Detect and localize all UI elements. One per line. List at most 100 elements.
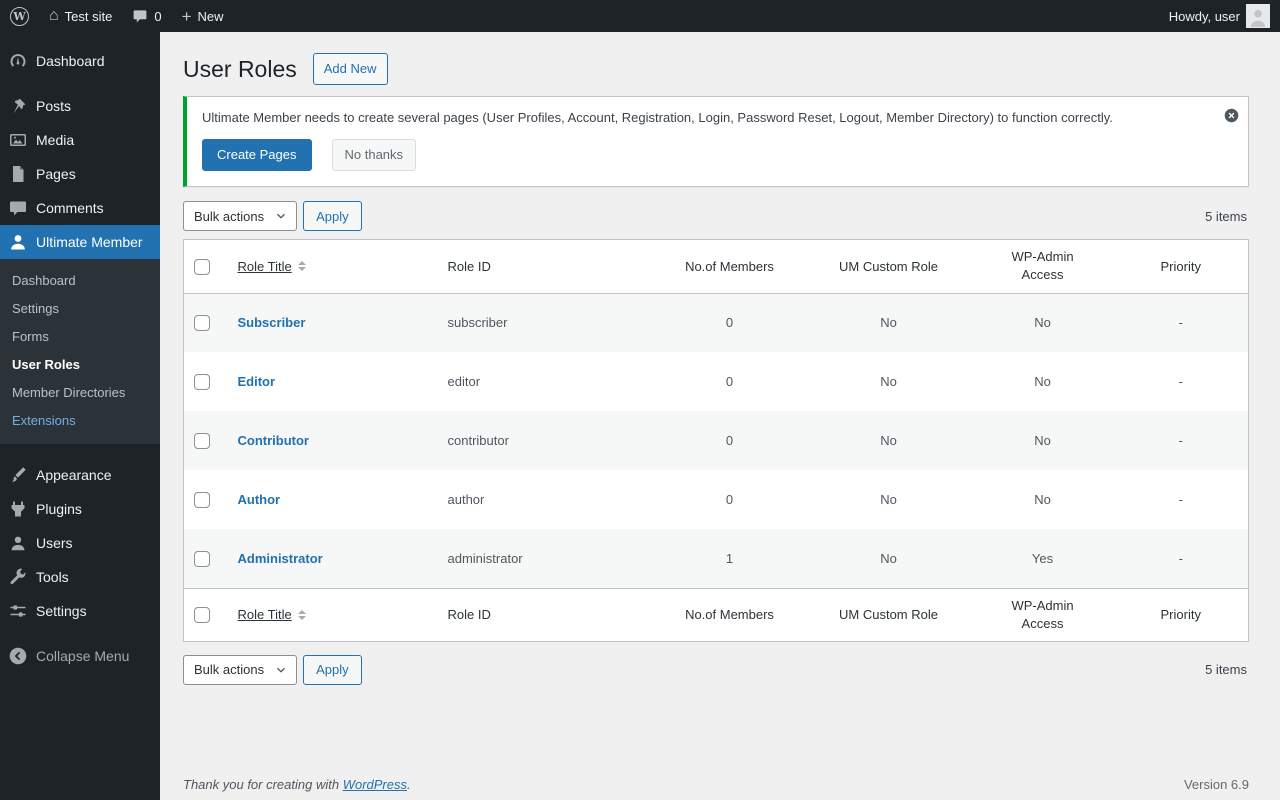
sidebar-item-appearance[interactable]: Appearance [0, 458, 160, 492]
sidebar-item-comments[interactable]: Comments [0, 191, 160, 225]
row-checkbox[interactable] [194, 491, 210, 508]
row-checkbox[interactable] [194, 550, 210, 567]
admin-bar-left: W ⌂ Test site 0 + New [0, 0, 234, 32]
role-title-link[interactable]: Subscriber [238, 315, 306, 330]
submenu-item-user-roles[interactable]: User Roles [0, 351, 160, 379]
collapse-menu-button[interactable]: Collapse Menu [0, 639, 160, 673]
bulk-actions-label: Bulk actions [194, 208, 265, 224]
role-title-link[interactable]: Author [238, 492, 281, 507]
role-title-link[interactable]: Editor [238, 374, 276, 389]
admin-bar-right: Howdy, user [1159, 0, 1280, 32]
sidebar-item-label: Collapse Menu [36, 648, 130, 664]
role-title-link[interactable]: Contributor [238, 433, 309, 448]
submenu-item-label: Forms [12, 329, 49, 344]
sidebar-item-dashboard[interactable]: Dashboard [0, 44, 160, 78]
menu-separator [0, 628, 160, 639]
bulk-actions-label: Bulk actions [194, 662, 265, 678]
menu-separator [0, 444, 160, 458]
user-roles-table: Role Title Role ID No.of Members UM Cust… [183, 239, 1249, 642]
avatar [1246, 4, 1270, 28]
apply-button[interactable]: Apply [303, 654, 362, 685]
sidebar-item-users[interactable]: Users [0, 526, 160, 560]
bulk-actions-select[interactable]: Bulk actions [183, 201, 298, 232]
tablenav-bottom: Bulk actions Apply 5 items [183, 654, 1249, 685]
chevron-down-icon [274, 663, 288, 677]
custom-role-cell: No [880, 374, 897, 390]
table-footer: Role Title Role ID No.of Members UM Cust… [183, 587, 1249, 642]
submenu-item-settings[interactable]: Settings [0, 295, 160, 323]
bulk-actions-select[interactable]: Bulk actions [183, 654, 298, 685]
comments-menu[interactable]: 0 [122, 0, 171, 32]
wp-admin-access-cell: No [1034, 315, 1051, 331]
sidebar-item-label: Plugins [36, 501, 82, 517]
row-checkbox[interactable] [194, 373, 210, 390]
members-cell: 0 [725, 492, 734, 508]
submenu-item-label: Settings [12, 301, 59, 316]
site-name-label: Test site [64, 8, 113, 24]
table-row-subscriber: Subscriber subscriber 0 No No - [183, 293, 1249, 353]
priority-cell: - [1178, 550, 1183, 566]
wordpress-link[interactable]: WordPress [343, 777, 407, 792]
sidebar-item-label: Posts [36, 98, 72, 114]
row-checkbox[interactable] [194, 432, 210, 449]
sort-indicator-icon [297, 261, 306, 272]
wp-logo-menu[interactable]: W [0, 0, 39, 32]
submenu-item-label: Member Directories [12, 385, 126, 400]
role-id-header: Role ID [437, 239, 654, 294]
custom-role-cell: No [880, 492, 897, 508]
sort-role-title-link[interactable]: Role Title [238, 259, 306, 274]
table-body: Subscriber subscriber 0 No No - Editor e… [183, 293, 1249, 589]
no-thanks-button[interactable]: No thanks [331, 139, 417, 172]
submenu-item-label: Dashboard [12, 273, 76, 288]
select-all-checkbox[interactable] [194, 607, 210, 624]
tools-icon [8, 567, 28, 587]
footer-thanks-prefix: Thank you for creating with [183, 776, 340, 792]
home-icon: ⌂ [49, 7, 59, 24]
sort-indicator-icon [297, 609, 306, 620]
custom-role-cell: No [880, 315, 897, 331]
sidebar-item-posts[interactable]: Posts [0, 89, 160, 123]
sidebar-item-ultimate-member[interactable]: Ultimate Member [0, 225, 160, 259]
new-content-menu[interactable]: + New [172, 0, 234, 32]
submenu-item-member-directories[interactable]: Member Directories [0, 379, 160, 407]
priority-header: Priority [1113, 587, 1249, 642]
members-header: No.of Members [653, 239, 806, 294]
sidebar-item-plugins[interactable]: Plugins [0, 492, 160, 526]
submenu-item-dashboard[interactable]: Dashboard [0, 267, 160, 295]
apply-button[interactable]: Apply [303, 201, 362, 232]
submenu-item-extensions[interactable]: Extensions [0, 407, 160, 435]
my-account-menu[interactable]: Howdy, user [1159, 0, 1280, 32]
sort-role-title-link[interactable]: Role Title [238, 607, 306, 622]
members-cell: 0 [725, 374, 734, 390]
sidebar-item-pages[interactable]: Pages [0, 157, 160, 191]
row-checkbox[interactable] [194, 315, 210, 332]
notice-message: Ultimate Member needs to create several … [202, 109, 1113, 125]
create-pages-button[interactable]: Create Pages [202, 139, 312, 172]
site-name-menu[interactable]: ⌂ Test site [39, 0, 122, 32]
footer-version: Version 6.9 [1183, 776, 1249, 792]
role-title-header: Role Title [237, 607, 292, 623]
sidebar-item-label: Ultimate Member [36, 234, 143, 250]
add-new-button[interactable]: Add New [312, 53, 388, 85]
plugins-icon [8, 499, 28, 519]
dismiss-notice-button[interactable] [1223, 107, 1240, 124]
submenu-item-forms[interactable]: Forms [0, 323, 160, 351]
table-row-administrator: Administrator administrator 1 No Yes - [183, 529, 1249, 589]
wp-admin-access-header: WP-Admin Access [1011, 597, 1074, 631]
sidebar-item-media[interactable]: Media [0, 123, 160, 157]
dashboard-icon [8, 51, 28, 71]
sidebar-item-label: Settings [36, 603, 87, 619]
select-all-checkbox[interactable] [194, 258, 210, 275]
admin-bar: W ⌂ Test site 0 + New Howdy, user [0, 0, 1280, 32]
new-label: New [197, 8, 224, 24]
sidebar-item-settings[interactable]: Settings [0, 594, 160, 628]
wordpress-logo-icon: W [10, 6, 29, 26]
admin-footer: Thank you for creating with WordPress. V… [183, 777, 1249, 792]
ultimate-member-icon [8, 232, 28, 252]
role-title-link[interactable]: Administrator [238, 551, 323, 566]
sidebar-item-tools[interactable]: Tools [0, 560, 160, 594]
posts-icon [8, 96, 28, 116]
footer-thanks-text: Thank you for creating with WordPress. [183, 777, 411, 792]
role-id-cell: subscriber [447, 315, 508, 331]
members-header: No.of Members [653, 587, 806, 642]
